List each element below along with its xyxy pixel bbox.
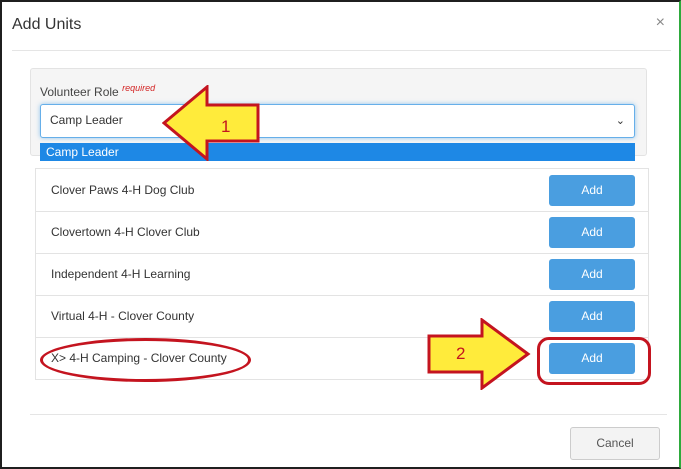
volunteer-role-label-text: Volunteer Role xyxy=(40,85,119,99)
list-item: Independent 4-H Learning Add xyxy=(36,253,648,296)
dropdown-option-camp-leader[interactable]: Camp Leader xyxy=(40,143,635,161)
volunteer-role-selected-value: Camp Leader xyxy=(50,113,123,127)
modal-title: Add Units xyxy=(12,16,82,33)
list-item: Clovertown 4-H Clover Club Add xyxy=(36,211,648,254)
annotation-oval-unit xyxy=(40,338,251,382)
chevron-down-icon: ⌄ xyxy=(615,115,625,127)
annotation-label-2: 2 xyxy=(456,344,466,363)
modal-header: Add Units × xyxy=(12,6,671,51)
required-tag: required xyxy=(122,83,156,93)
annotation-arrow-2 xyxy=(427,318,531,390)
list-item: Clover Paws 4-H Dog Club Add xyxy=(36,169,648,212)
close-icon[interactable]: × xyxy=(656,14,665,32)
dropdown-option-label: Camp Leader xyxy=(46,145,119,159)
annotation-label-1: 1 xyxy=(221,117,231,136)
unit-name: Virtual 4-H - Clover County xyxy=(51,309,195,323)
unit-name: Independent 4-H Learning xyxy=(51,267,191,281)
annotation-oval-add-button xyxy=(537,337,651,385)
footer-divider xyxy=(30,414,667,415)
unit-name: Clover Paws 4-H Dog Club xyxy=(51,183,195,197)
add-unit-button[interactable]: Add xyxy=(549,301,635,332)
unit-name: Clovertown 4-H Clover Club xyxy=(51,225,200,239)
arrow-left-icon xyxy=(162,85,260,161)
annotation-arrow-1 xyxy=(162,85,260,161)
list-item: Virtual 4-H - Clover County Add xyxy=(36,295,648,338)
volunteer-role-select[interactable]: Camp Leader ⌄ xyxy=(40,104,635,138)
add-unit-button[interactable]: Add xyxy=(549,217,635,248)
add-unit-button[interactable]: Add xyxy=(549,175,635,206)
volunteer-role-label: Volunteer Role required xyxy=(40,83,155,99)
arrow-right-icon xyxy=(427,318,531,390)
add-unit-button[interactable]: Add xyxy=(549,259,635,290)
cancel-button[interactable]: Cancel xyxy=(570,427,660,460)
